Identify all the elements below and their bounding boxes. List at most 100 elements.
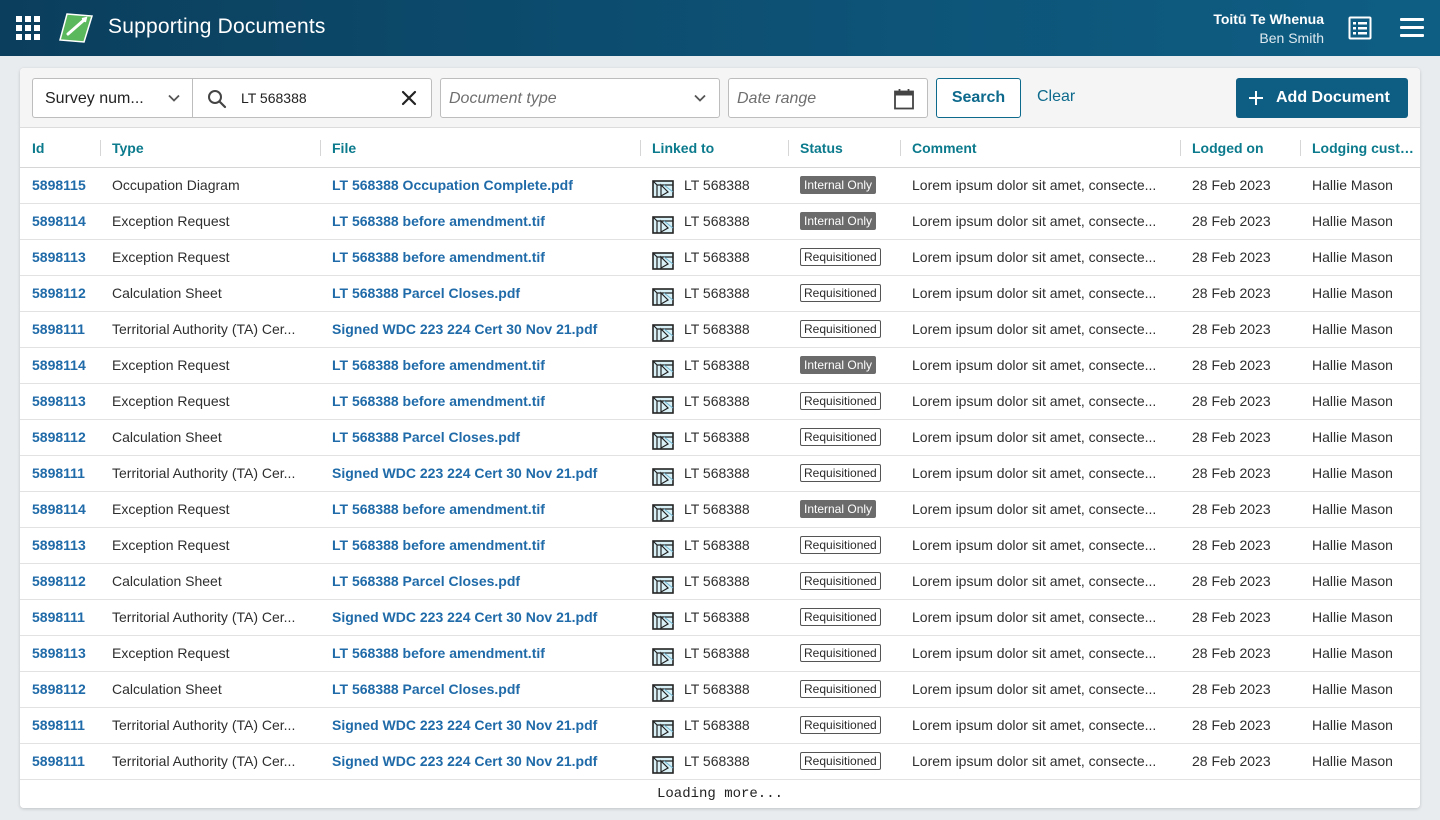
table-row[interactable]: 5898111 Territorial Authority (TA) Cer...…: [20, 600, 1420, 636]
document-id-link[interactable]: 5898113: [32, 636, 102, 671]
document-id-link[interactable]: 5898112: [32, 276, 102, 311]
table-row[interactable]: 5898113 Exception Request LT 568388 before…: [20, 384, 1420, 420]
column-header-linked-to[interactable]: Linked to: [652, 128, 792, 168]
file-link[interactable]: Signed WDC 223 224 Cert 30 Nov 21.pdf: [332, 456, 632, 491]
file-link[interactable]: LT 568388 before amendment.tif: [332, 492, 632, 527]
linked-to-value: LT 568388: [684, 321, 750, 337]
table-row[interactable]: 5898115 Occupation Diagram LT 568388 Occup…: [20, 168, 1420, 204]
search-button[interactable]: Search: [936, 78, 1021, 118]
file-link[interactable]: LT 568388 before amendment.tif: [332, 636, 632, 671]
linked-to-value: LT 568388: [684, 645, 750, 661]
column-separator[interactable]: [320, 140, 321, 156]
document-id-link[interactable]: 5898114: [32, 348, 102, 383]
lodging-customer: Hallie Mason: [1312, 465, 1393, 481]
status-badge: Internal Only: [800, 356, 877, 375]
document-id-link[interactable]: 5898112: [32, 672, 102, 707]
document-id-link[interactable]: 5898115: [32, 168, 102, 203]
lodged-on: 28 Feb 2023: [1192, 753, 1271, 769]
table-row[interactable]: 5898111 Territorial Authority (TA) Cer...…: [20, 456, 1420, 492]
document-id-link[interactable]: 5898112: [32, 564, 102, 599]
document-id-link[interactable]: 5898111: [32, 744, 102, 779]
document-id-link[interactable]: 5898111: [32, 600, 102, 635]
document-id-link[interactable]: 5898112: [32, 420, 102, 455]
document-id-link[interactable]: 5898114: [32, 204, 102, 239]
table-row[interactable]: 5898114 Exception Request LT 568388 before…: [20, 492, 1420, 528]
date-range-field[interactable]: Date range: [728, 78, 928, 118]
table-row[interactable]: 5898112 Calculation Sheet LT 568388 Parcel…: [20, 276, 1420, 312]
comment: Lorem ipsum dolor sit amet, consecte...: [912, 609, 1157, 625]
user-info[interactable]: Toitū Te Whenua Ben Smith: [1213, 10, 1324, 48]
document-type: Territorial Authority (TA) Cer...: [112, 753, 296, 769]
status-cell: Requisitioned: [800, 744, 905, 779]
document-id-link[interactable]: 5898113: [32, 384, 102, 419]
column-header-status[interactable]: Status: [800, 128, 905, 168]
column-header-comment[interactable]: Comment: [912, 128, 1178, 168]
table-row[interactable]: 5898112 Calculation Sheet LT 568388 Parcel…: [20, 420, 1420, 456]
document-id-link[interactable]: 5898113: [32, 240, 102, 275]
table-row[interactable]: 5898114 Exception Request LT 568388 before…: [20, 348, 1420, 384]
lodging-customer: Hallie Mason: [1312, 501, 1393, 517]
column-separator[interactable]: [900, 140, 901, 156]
file-link[interactable]: LT 568388 Parcel Closes.pdf: [332, 420, 632, 455]
table-row[interactable]: 5898111 Territorial Authority (TA) Cer...…: [20, 744, 1420, 780]
document-id-link[interactable]: 5898113: [32, 528, 102, 563]
table-row[interactable]: 5898113 Exception Request LT 568388 before…: [20, 528, 1420, 564]
calendar-icon[interactable]: [893, 88, 915, 110]
file-link[interactable]: Signed WDC 223 224 Cert 30 Nov 21.pdf: [332, 708, 632, 743]
column-header-id[interactable]: Id: [32, 128, 102, 168]
clear-link[interactable]: Clear: [1037, 88, 1075, 106]
table-row[interactable]: 5898112 Calculation Sheet LT 568388 Parcel…: [20, 672, 1420, 708]
column-header-type[interactable]: Type: [112, 128, 310, 168]
add-document-button[interactable]: Add Document: [1236, 78, 1408, 118]
status-cell: Requisitioned: [800, 636, 905, 671]
comment: Lorem ipsum dolor sit amet, consecte...: [912, 717, 1157, 733]
close-icon[interactable]: [401, 90, 417, 106]
status-cell: Requisitioned: [800, 564, 905, 599]
document-id-link[interactable]: 5898114: [32, 492, 102, 527]
survey-number-select[interactable]: Survey num...: [32, 78, 193, 118]
column-separator[interactable]: [100, 140, 101, 156]
hamburger-menu-icon[interactable]: [1400, 18, 1424, 38]
file-link[interactable]: Signed WDC 223 224 Cert 30 Nov 21.pdf: [332, 744, 632, 779]
file-link[interactable]: LT 568388 before amendment.tif: [332, 384, 632, 419]
search-input[interactable]: [241, 87, 391, 109]
file-link[interactable]: Signed WDC 223 224 Cert 30 Nov 21.pdf: [332, 312, 632, 347]
file-link[interactable]: LT 568388 before amendment.tif: [332, 204, 632, 239]
file-link[interactable]: LT 568388 Parcel Closes.pdf: [332, 564, 632, 599]
file-link[interactable]: LT 568388 before amendment.tif: [332, 348, 632, 383]
document-id-link[interactable]: 5898111: [32, 312, 102, 347]
table-row[interactable]: 5898112 Calculation Sheet LT 568388 Parcel…: [20, 564, 1420, 600]
file-link[interactable]: LT 568388 Parcel Closes.pdf: [332, 672, 632, 707]
table-row[interactable]: 5898111 Territorial Authority (TA) Cer...…: [20, 312, 1420, 348]
column-separator[interactable]: [788, 140, 789, 156]
column-header-lodging-customer[interactable]: Lodging custo...: [1312, 128, 1420, 168]
lodged-on: 28 Feb 2023: [1192, 321, 1271, 337]
apps-grid-icon[interactable]: [16, 16, 40, 40]
document-id-link[interactable]: 5898111: [32, 708, 102, 743]
document-type: Exception Request: [112, 213, 230, 229]
search-field[interactable]: [192, 78, 432, 118]
status-cell: Internal Only: [800, 204, 905, 239]
comment: Lorem ipsum dolor sit amet, consecte...: [912, 573, 1157, 589]
linked-to-value: LT 568388: [684, 753, 750, 769]
file-link[interactable]: LT 568388 Parcel Closes.pdf: [332, 276, 632, 311]
document-type-select[interactable]: Document type: [440, 78, 720, 118]
table-row[interactable]: 5898111 Territorial Authority (TA) Cer...…: [20, 708, 1420, 744]
document-type: Calculation Sheet: [112, 285, 222, 301]
file-link[interactable]: LT 568388 before amendment.tif: [332, 528, 632, 563]
document-list-icon[interactable]: [1348, 16, 1372, 40]
column-header-lodged-on[interactable]: Lodged on: [1192, 128, 1292, 168]
comment: Lorem ipsum dolor sit amet, consecte...: [912, 177, 1157, 193]
document-id-link[interactable]: 5898111: [32, 456, 102, 491]
column-separator[interactable]: [1300, 140, 1301, 156]
table-row[interactable]: 5898114 Exception Request LT 568388 before…: [20, 204, 1420, 240]
file-link[interactable]: LT 568388 before amendment.tif: [332, 240, 632, 275]
linked-to: LT 568388: [652, 636, 792, 671]
column-separator[interactable]: [640, 140, 641, 156]
table-row[interactable]: 5898113 Exception Request LT 568388 before…: [20, 636, 1420, 672]
table-row[interactable]: 5898113 Exception Request LT 568388 before…: [20, 240, 1420, 276]
file-link[interactable]: LT 568388 Occupation Complete.pdf: [332, 168, 632, 203]
file-link[interactable]: Signed WDC 223 224 Cert 30 Nov 21.pdf: [332, 600, 632, 635]
column-header-file[interactable]: File: [332, 128, 632, 168]
column-separator[interactable]: [1180, 140, 1181, 156]
